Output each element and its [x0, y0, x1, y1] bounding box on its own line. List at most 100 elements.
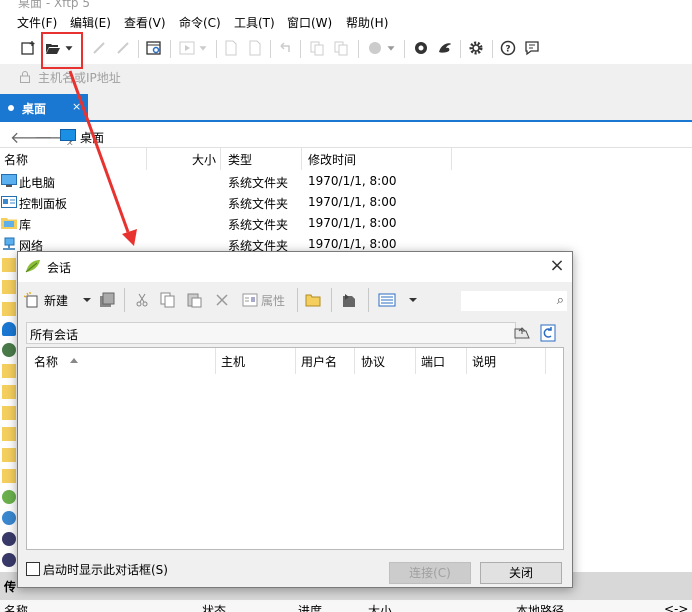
- close-icon[interactable]: ×: [546, 255, 568, 277]
- help-button[interactable]: ?: [497, 37, 519, 59]
- title-bar: 桌面 - Xftp 5: [0, 0, 692, 10]
- copy-icon: [310, 41, 324, 56]
- folder-label: 所有会话: [30, 328, 79, 342]
- file-icon: [225, 40, 237, 56]
- shortcut-icon: [2, 532, 16, 546]
- column-size[interactable]: 大小: [368, 602, 392, 612]
- file-name: 此电脑: [19, 176, 56, 190]
- session-dialog: 会话 × 新建 属性 ⌕ 所有会话 名称 主机 用户名 协议 端口 说明 启动时…: [17, 251, 573, 588]
- host-input[interactable]: 主机名或IP地址: [38, 69, 121, 86]
- view-button[interactable]: [378, 290, 396, 310]
- folder-icon: [2, 302, 16, 316]
- column-modified[interactable]: 修改时间: [308, 151, 356, 168]
- menu-file[interactable]: 文件(F): [17, 14, 57, 31]
- column-size[interactable]: 大小: [192, 151, 216, 168]
- column-type[interactable]: 类型: [228, 151, 252, 168]
- chevron-down-icon: [199, 46, 207, 51]
- save-icon: [100, 292, 115, 307]
- folder-icon: [2, 427, 16, 441]
- new-dropdown[interactable]: [82, 290, 92, 310]
- file-modified: 1970/1/1, 8:00: [308, 174, 397, 188]
- paste-button[interactable]: [330, 37, 352, 59]
- column-local-path[interactable]: 本地路径: [516, 602, 564, 612]
- xmanager-button[interactable]: [434, 37, 456, 59]
- svg-text:?: ?: [505, 45, 510, 55]
- list-view-icon: [378, 293, 396, 307]
- new-session-button[interactable]: 新建: [24, 290, 68, 310]
- path-bar: 🡐 🡒 桌面: [0, 124, 692, 148]
- column-description[interactable]: 说明: [472, 353, 496, 370]
- column-name[interactable]: 名称: [4, 602, 28, 612]
- menu-tools[interactable]: 工具(T): [234, 14, 275, 31]
- search-icon: ⌕: [556, 293, 564, 308]
- column-name[interactable]: 名称: [4, 151, 28, 168]
- folder-up-icon[interactable]: [513, 325, 531, 341]
- paste-button[interactable]: [186, 290, 202, 310]
- column-name[interactable]: 名称: [34, 353, 58, 370]
- session-properties-button[interactable]: [143, 37, 165, 59]
- window-title: 桌面 - Xftp 5: [18, 0, 90, 10]
- show-on-startup-checkbox[interactable]: [26, 562, 40, 576]
- column-protocol[interactable]: 协议: [361, 353, 385, 370]
- copy-button[interactable]: [160, 290, 176, 310]
- copy-button[interactable]: [306, 37, 328, 59]
- return-icon: [280, 42, 290, 52]
- status-dot-icon: [8, 105, 14, 111]
- column-direction[interactable]: <->: [664, 602, 688, 612]
- highlight-box: [41, 32, 83, 69]
- properties-button[interactable]: 属性: [242, 290, 285, 310]
- upload-button[interactable]: [244, 37, 266, 59]
- cut-button[interactable]: [134, 290, 150, 310]
- menu-bar: 文件(F) 编辑(E) 查看(V) 命令(C) 工具(T) 窗口(W) 帮助(H…: [0, 10, 692, 34]
- download-button[interactable]: [220, 37, 242, 59]
- connect-button[interactable]: [88, 37, 110, 59]
- delete-button[interactable]: [214, 290, 230, 310]
- copy-icon: [334, 41, 348, 56]
- menu-command[interactable]: 命令(C): [179, 14, 221, 31]
- sync-button[interactable]: [274, 37, 296, 59]
- menu-view[interactable]: 查看(V): [124, 14, 166, 31]
- connect-button[interactable]: 连接(C): [389, 562, 471, 584]
- menu-edit[interactable]: 编辑(E): [70, 14, 111, 31]
- column-user[interactable]: 用户名: [301, 353, 337, 370]
- import-button[interactable]: [341, 290, 357, 310]
- encoding-button[interactable]: [364, 37, 386, 59]
- transfer-tab[interactable]: 传: [4, 578, 16, 595]
- control-panel-icon: [1, 196, 17, 208]
- file-row[interactable]: 库 系统文件夹 1970/1/1, 8:00: [0, 213, 692, 234]
- session-leaf-icon: [25, 260, 40, 273]
- new-session-button[interactable]: [18, 37, 40, 59]
- dialog-title: 会话: [47, 261, 72, 275]
- disconnect-button[interactable]: [112, 37, 134, 59]
- current-location: 桌面: [80, 131, 105, 145]
- close-button[interactable]: 关闭: [480, 562, 562, 584]
- transfer-button[interactable]: [176, 37, 198, 59]
- tab-desktop[interactable]: 桌面 ×: [0, 94, 88, 122]
- file-row[interactable]: 此电脑 系统文件夹 1970/1/1, 8:00: [0, 171, 692, 192]
- options-button[interactable]: [465, 37, 487, 59]
- column-status[interactable]: 状态: [202, 602, 226, 612]
- save-button[interactable]: [99, 290, 115, 310]
- new-sparkle-icon: [24, 292, 38, 308]
- menu-window[interactable]: 窗口(W): [287, 14, 332, 31]
- address-bar: 主机名或IP地址: [0, 64, 692, 90]
- transfer-dropdown[interactable]: [196, 37, 210, 59]
- column-port[interactable]: 端口: [421, 353, 445, 370]
- column-host[interactable]: 主机: [221, 353, 245, 370]
- shell-logo-icon: [415, 42, 427, 54]
- show-on-startup-label: 启动时显示此对话框(S): [43, 563, 168, 577]
- view-dropdown[interactable]: [408, 290, 418, 310]
- refresh-icon[interactable]: [540, 324, 556, 342]
- chat-icon: [525, 41, 539, 56]
- encoding-dropdown[interactable]: [384, 37, 398, 59]
- session-search-input[interactable]: ⌕: [461, 291, 567, 311]
- menu-help[interactable]: 帮助(H): [346, 14, 388, 31]
- xshell-button[interactable]: [410, 37, 432, 59]
- tab-label: 桌面: [22, 102, 47, 116]
- new-folder-button[interactable]: [305, 290, 321, 310]
- folder-arrow-icon: [343, 294, 355, 307]
- file-row[interactable]: 控制面板 系统文件夹 1970/1/1, 8:00: [0, 192, 692, 213]
- feedback-button[interactable]: [521, 37, 543, 59]
- column-progress[interactable]: 进度: [298, 602, 322, 612]
- tab-close-icon[interactable]: ×: [72, 100, 81, 113]
